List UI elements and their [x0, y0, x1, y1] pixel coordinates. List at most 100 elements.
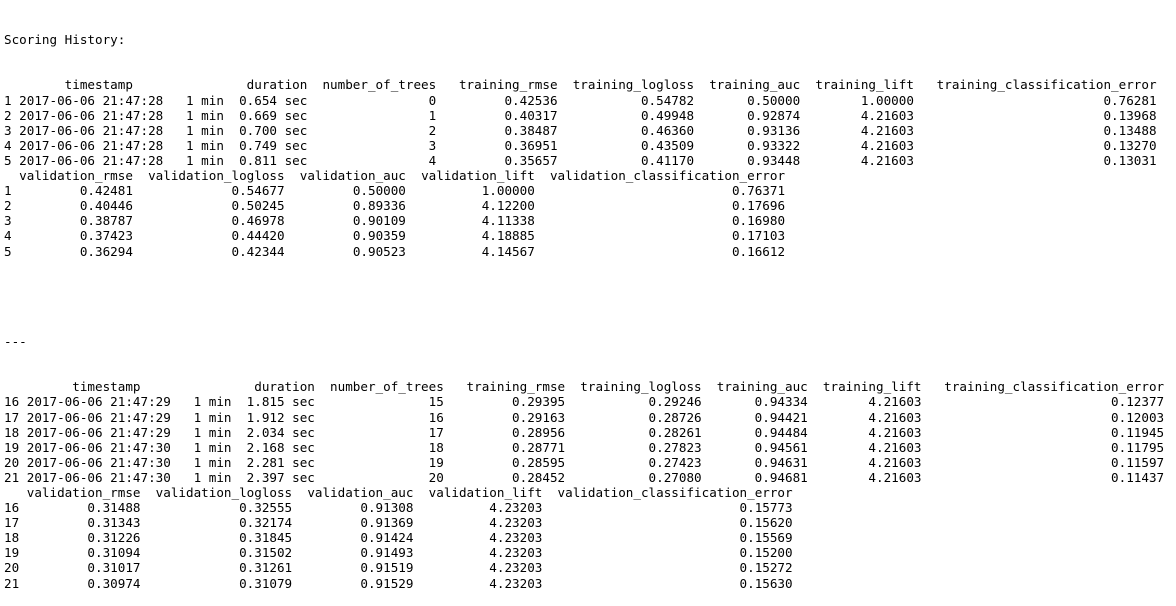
training-table-row-cell: 2017-06-06 21:47:28 — [11, 137, 171, 153]
training-table-row-cell: 2.034 sec — [231, 424, 315, 440]
training-table-row-cell: 0.35657 — [436, 152, 558, 168]
training-table-row-cell: 0.94631 — [701, 454, 808, 470]
validation-header-row-cell: validation_classification_error — [534, 168, 786, 184]
training-table-row-cell: 0.11795 — [921, 439, 1165, 455]
validation-table-row-cell: 0.15773 — [542, 500, 793, 516]
validation-table-row-cell: 0.32555 — [140, 500, 293, 516]
training-table-row-cell: 0.92874 — [694, 107, 801, 123]
validation-table-row-cell: 0.91308 — [292, 500, 414, 516]
training-table-row-cell: 0.38487 — [436, 122, 558, 138]
training-table-row-cell: 0.11945 — [921, 424, 1165, 440]
training-header-row-cell: training_logloss — [557, 77, 695, 93]
training-table-row-cell: 1 min — [178, 439, 232, 455]
training-table-row-cell: 0.94484 — [701, 424, 808, 440]
training-table-row-cell: 0.28452 — [443, 469, 566, 485]
training-table-row-cell: 1.912 sec — [231, 409, 315, 425]
validation-table-row: 5 0.36294 0.42344 0.90523 4.14567 0.1661… — [4, 244, 1164, 259]
training-table-row-cell: 20 — [314, 469, 444, 485]
training-table-row-cell: 0.29246 — [565, 394, 702, 410]
training-table-row-cell: 0.54782 — [557, 92, 695, 108]
validation-table-row-cell: 0.15272 — [542, 560, 793, 576]
validation-table-row: 19 0.31094 0.31502 0.91493 4.23203 0.152… — [4, 545, 1164, 560]
training-table-row-cell: 0.13270 — [913, 137, 1157, 153]
training-table-row-cell: 3 — [307, 137, 437, 153]
training-table-row: 18 2017-06-06 21:47:29 1 min 2.034 sec 1… — [4, 425, 1164, 440]
validation-table-row-cell: 0.31094 — [19, 545, 141, 561]
training-table-row-cell: 1 min — [178, 469, 232, 485]
validation-table-row-cell: 0.31502 — [140, 545, 293, 561]
validation-table-row-cell: 0.16980 — [534, 213, 786, 229]
training-table-row-cell: 0.13031 — [913, 152, 1157, 168]
training-table-row-cell: 0 — [307, 92, 437, 108]
training-table-row-cell: 0.29163 — [443, 409, 566, 425]
training-table-row-cell: 0.76281 — [913, 92, 1157, 108]
validation-table-row-cell: 0.50245 — [132, 198, 285, 214]
validation-table-row-cell: 0.76371 — [534, 183, 786, 199]
training-table-row: 5 2017-06-06 21:47:28 1 min 0.811 sec 4 … — [4, 153, 1164, 168]
validation-table-row-cell: 0.89336 — [284, 198, 406, 214]
training-table-row-cell: 0.749 sec — [223, 137, 308, 153]
training-table-row-cell: 0.700 sec — [223, 122, 308, 138]
training-table-row-cell: 2017-06-06 21:47:28 — [11, 92, 171, 108]
validation-header-row: validation_rmse validation_logloss valid… — [4, 168, 1164, 183]
validation-table-row-cell: 4.23203 — [413, 530, 543, 546]
training-table-row-cell: 2017-06-06 21:47:28 — [11, 152, 171, 168]
validation-header-row-cell: validation_classification_error — [542, 485, 793, 500]
training-table-row-cell: 1 — [4, 92, 12, 108]
training-header-row-cell — [4, 77, 12, 92]
training-table-row-cell: 1 min — [178, 409, 232, 425]
validation-table-row-cell: 0.17696 — [534, 198, 786, 214]
training-table-row-cell: 0.29395 — [443, 394, 566, 410]
validation-table-row-cell: 0.50000 — [284, 183, 406, 199]
validation-header-row-cell: validation_auc — [284, 168, 406, 184]
validation-table-row-cell: 16 — [4, 500, 20, 516]
training-table-row-cell: 1 min — [178, 424, 232, 440]
validation-table-row-cell: 0.15620 — [542, 515, 793, 531]
validation-table-row-cell: 0.17103 — [534, 228, 786, 244]
validation-table-row-cell: 17 — [4, 515, 20, 531]
validation-table-row: 17 0.31343 0.32174 0.91369 4.23203 0.156… — [4, 515, 1164, 530]
training-table-row-cell: 0.94421 — [701, 409, 808, 425]
training-table-row-cell: 2 — [4, 107, 12, 123]
training-table-row-cell: 0.36951 — [436, 137, 558, 153]
training-header-row-cell: timestamp — [11, 77, 133, 93]
training-table-row: 1 2017-06-06 21:47:28 1 min 0.654 sec 0 … — [4, 93, 1164, 108]
training-table-row: 4 2017-06-06 21:47:28 1 min 0.749 sec 3 … — [4, 138, 1164, 153]
validation-table-row-cell: 0.42344 — [132, 243, 285, 259]
validation-table-row: 1 0.42481 0.54677 0.50000 1.00000 0.7637… — [4, 183, 1164, 198]
training-table-row-cell: 0.93322 — [694, 137, 801, 153]
validation-table-row-cell: 4.18885 — [405, 228, 535, 244]
validation-table-row-cell: 21 — [4, 575, 20, 591]
training-header-row: timestamp duration number_of_trees train… — [4, 77, 1164, 92]
training-table-row-cell: 0.93448 — [694, 152, 801, 168]
training-table-row-cell: 2017-06-06 21:47:30 — [19, 454, 179, 470]
training-table-row-cell: 0.28771 — [443, 439, 566, 455]
training-table-row-cell: 2 — [307, 122, 437, 138]
training-table-row-cell: 4 — [4, 137, 12, 153]
training-table-row-cell: 16 — [4, 394, 20, 410]
training-table-row: 2 2017-06-06 21:47:28 1 min 0.669 sec 1 … — [4, 108, 1164, 123]
scoring-history-heading: Scoring History: — [4, 32, 126, 48]
training-table-row-cell: 0.13968 — [913, 107, 1157, 123]
validation-table-row-cell: 0.91529 — [292, 575, 414, 591]
validation-table-row-cell: 4.14567 — [405, 243, 535, 259]
training-table-row-cell: 4.21603 — [807, 439, 922, 455]
validation-header-row: validation_rmse validation_logloss valid… — [4, 485, 1164, 500]
validation-header-row-cell: validation_lift — [405, 168, 535, 184]
training-table-row-cell: 0.27423 — [565, 454, 702, 470]
validation-table-row-cell: 0.30974 — [19, 575, 141, 591]
training-table-row-cell: 3 — [4, 122, 12, 138]
validation-table-row-cell: 0.31845 — [140, 530, 293, 546]
validation-table-row-cell: 0.15200 — [542, 545, 793, 561]
validation-table-row-cell: 0.90523 — [284, 243, 406, 259]
training-header-row-cell: training_auc — [694, 77, 801, 93]
training-table-row-cell: 1 min — [170, 137, 224, 153]
training-table-row-cell: 4.21603 — [800, 122, 914, 138]
console-output: Scoring History: timestamp duration numb… — [4, 2, 1164, 606]
validation-table-row-cell: 0.38787 — [11, 213, 133, 229]
empty-line — [4, 289, 1164, 304]
training-table-row-cell: 0.46360 — [557, 122, 695, 138]
training-table-row-cell: 0.12003 — [921, 409, 1165, 425]
training-header-row: timestamp duration number_of_trees train… — [4, 379, 1164, 394]
training-table-row-cell: 2017-06-06 21:47:28 — [11, 107, 171, 123]
